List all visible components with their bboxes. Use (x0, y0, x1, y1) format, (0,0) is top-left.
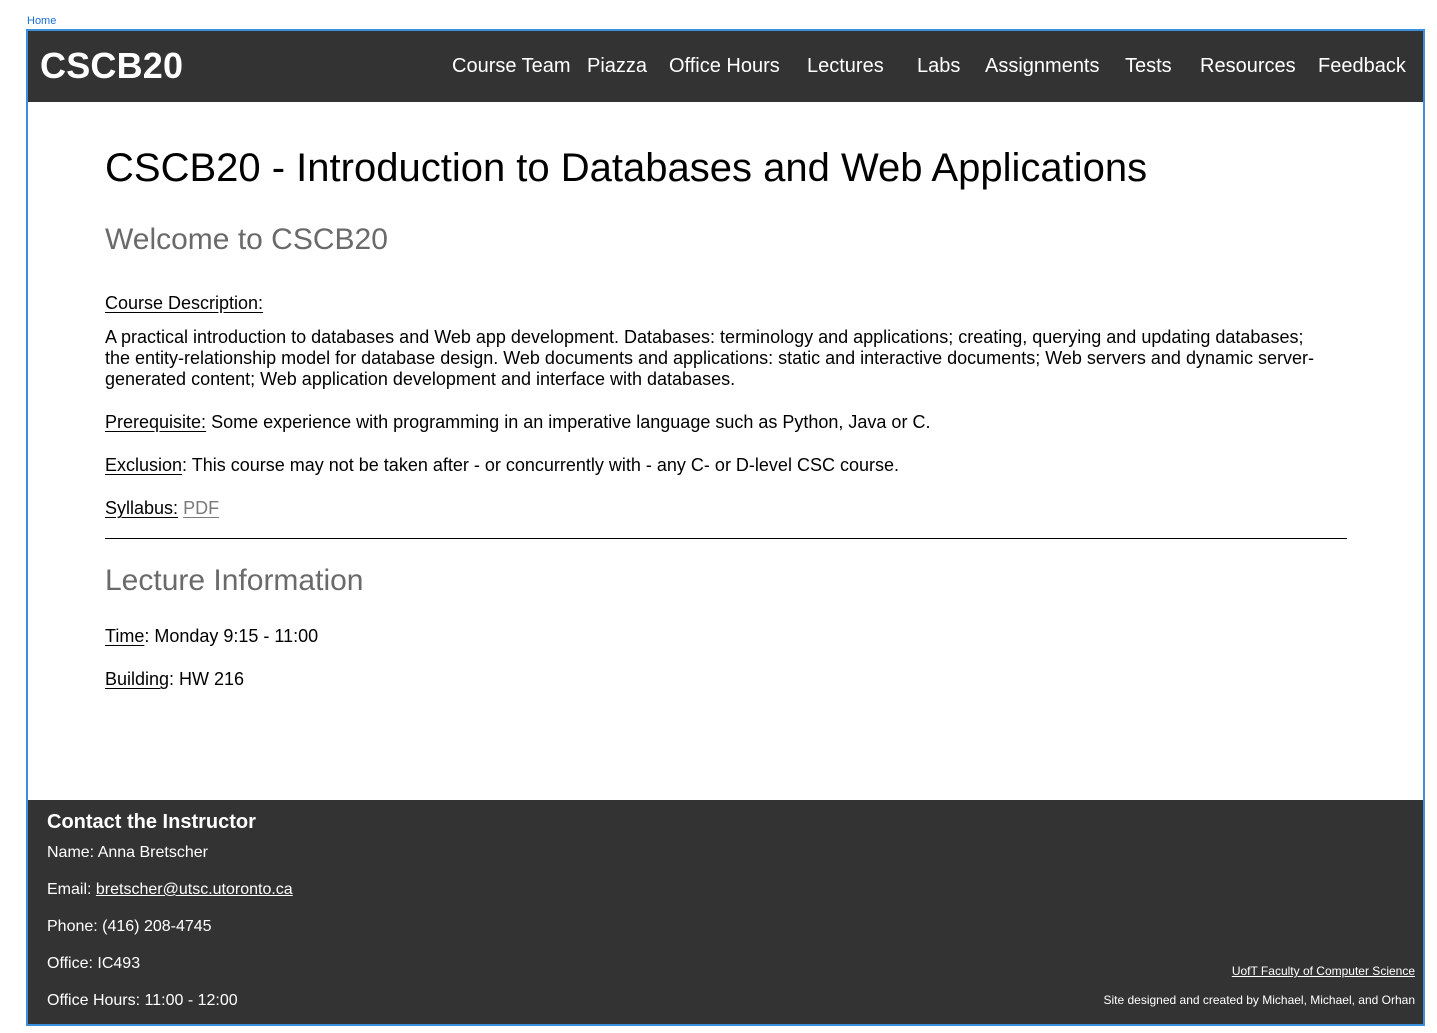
email-label: Email: (47, 881, 96, 898)
nav-tests[interactable]: Tests (1125, 55, 1172, 78)
building-line: Building: HW 216 (105, 669, 244, 690)
lecture-heading: Lecture Information (105, 564, 364, 597)
welcome-heading: Welcome to CSCB20 (105, 223, 388, 256)
site-brand[interactable]: CSCB20 (40, 45, 183, 87)
nav-piazza[interactable]: Piazza (587, 55, 647, 78)
syllabus-label: Syllabus: (105, 498, 179, 518)
page-title: CSCB20 - Introduction to Databases and W… (105, 146, 1148, 190)
instructor-email-line: Email: bretscher@utsc.utoronto.ca (47, 881, 293, 899)
exclusion-line: Exclusion: This course may not be taken … (105, 455, 899, 476)
syllabus-line: Syllabus: PDF (105, 498, 219, 519)
page-frame: CSCB20 Course Team Piazza Office Hours L… (26, 29, 1425, 1026)
course-description-label: Course Description: (105, 293, 264, 313)
top-navbar: CSCB20 Course Team Piazza Office Hours L… (28, 31, 1423, 102)
exclusion-label: Exclusion (105, 455, 183, 475)
course-description: A practical introduction to databases an… (105, 327, 1314, 389)
building-label: Building (105, 669, 170, 689)
nav-feedback[interactable]: Feedback (1318, 55, 1406, 78)
instructor-email-link[interactable]: bretscher@utsc.utoronto.ca (96, 881, 293, 898)
instructor-phone: Phone: (416) 208-4745 (47, 918, 212, 935)
time-text: : Monday 9:15 - 11:00 (144, 626, 319, 646)
instructor-office: Office: IC493 (47, 955, 141, 972)
time-label: Time (105, 626, 145, 646)
instructor-name: Name: Anna Bretscher (47, 844, 208, 861)
syllabus-pdf-link[interactable]: PDF (183, 498, 219, 518)
instructor-office-hours: Office Hours: 11:00 - 12:00 (47, 992, 238, 1009)
footer: Contact the Instructor Name: Anna Bretsc… (28, 800, 1423, 1024)
uoft-cs-link[interactable]: UofT Faculty of Computer Science (1232, 964, 1415, 978)
section-divider (105, 538, 1347, 539)
nav-lectures[interactable]: Lectures (807, 55, 884, 78)
time-line: Time: Monday 9:15 - 11:00 (105, 626, 318, 647)
nav-resources[interactable]: Resources (1200, 55, 1296, 78)
home-link[interactable]: Home (27, 15, 56, 27)
footer-title: Contact the Instructor (47, 811, 256, 833)
site-credits: Site designed and created by Michael, Mi… (1103, 993, 1415, 1007)
nav-labs[interactable]: Labs (917, 55, 960, 78)
exclusion-text: : This course may not be taken after - o… (182, 455, 899, 475)
prerequisite-text: Some experience with programming in an i… (206, 412, 931, 432)
nav-office-hours[interactable]: Office Hours (669, 55, 780, 78)
prerequisite-label: Prerequisite: (105, 412, 207, 432)
nav-assignments[interactable]: Assignments (985, 55, 1100, 78)
nav-course-team[interactable]: Course Team (452, 55, 571, 78)
building-text: : HW 216 (169, 669, 245, 689)
prerequisite-line: Prerequisite: Some experience with progr… (105, 412, 930, 433)
